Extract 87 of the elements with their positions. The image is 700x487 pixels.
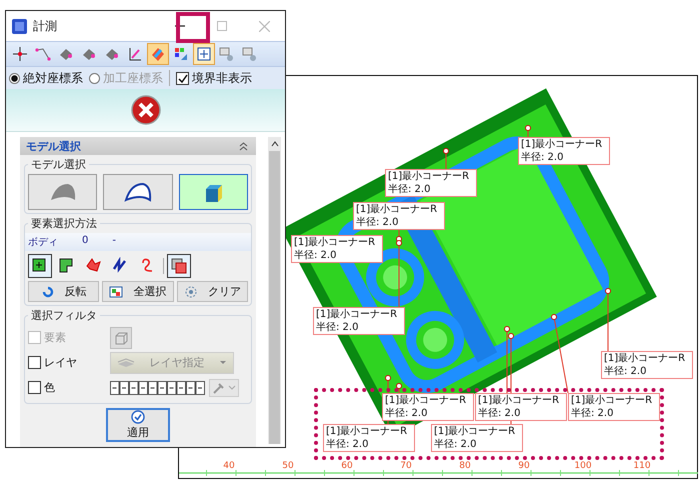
eyedropper-icon xyxy=(211,380,237,394)
callout-value: 半径: 2.0 xyxy=(604,365,648,378)
cancel-button[interactable] xyxy=(130,95,160,125)
measure-point xyxy=(551,314,557,320)
checkmark-icon xyxy=(177,72,188,84)
callout-title: [1]最小コーナーR xyxy=(521,138,604,151)
line-icon xyxy=(35,46,51,62)
x-circle-icon xyxy=(130,95,160,125)
outline-model-button[interactable] xyxy=(103,174,173,210)
callout-title: [1]最小コーナーR xyxy=(478,394,560,407)
callout-title: [1]最小コーナーR xyxy=(434,425,516,438)
app-logo-icon xyxy=(12,18,27,34)
callout-title: [1]最小コーナーR xyxy=(385,394,468,407)
group-title: 選択フィルタ xyxy=(30,308,98,323)
window-title: 計測 xyxy=(33,18,57,34)
face-icon xyxy=(58,46,74,62)
callout-title: [1]最小コーナーR xyxy=(316,308,398,321)
solid-model-button[interactable] xyxy=(178,174,248,210)
grid-icon xyxy=(173,46,189,62)
color-swatch-strip[interactable] xyxy=(110,380,206,394)
measure-point xyxy=(605,288,611,294)
callout-title: [1]最小コーナーR xyxy=(571,394,654,407)
callout-title: [1]最小コーナーR xyxy=(356,203,438,216)
callout-title: [1]最小コーナーR xyxy=(604,352,686,365)
coordinate-radio[interactable]: 絶対座標系 xyxy=(9,70,83,86)
collapse-icon[interactable] xyxy=(239,142,248,150)
callout-value: 半径: 2.0 xyxy=(316,321,360,334)
callout-value: 半径: 2.0 xyxy=(478,407,522,420)
ruler-label: 80 xyxy=(458,461,472,471)
group-title: モデル選択 xyxy=(30,157,87,172)
dropdown-caret-icon xyxy=(219,360,227,365)
ruler-label: 40 xyxy=(222,461,236,471)
add-select-button[interactable] xyxy=(28,254,52,278)
diamond-icon xyxy=(150,46,166,62)
invert-button[interactable]: 反転 xyxy=(28,281,100,302)
color-picker-dropdown[interactable] xyxy=(209,378,239,396)
ruler-label: 100 xyxy=(573,461,593,471)
callout-title: [1]最小コーナーR xyxy=(294,236,376,249)
select-all-button[interactable]: 全選択 xyxy=(102,281,174,302)
overlap-squares-icon xyxy=(170,257,188,275)
outline-surface-icon xyxy=(122,180,153,204)
layers-icon xyxy=(117,358,135,368)
callout-value: 半径: 2.0 xyxy=(571,407,614,420)
picture-icon xyxy=(109,284,124,298)
callout-title: [1]最小コーナーR xyxy=(388,170,470,183)
overlap-select-button[interactable] xyxy=(167,254,191,278)
filter-checkbox[interactable]: レイヤ xyxy=(28,355,104,370)
filter-checkbox[interactable]: 色 xyxy=(28,380,104,395)
panel-title: モデル選択 xyxy=(26,138,81,154)
callout-value: 半径: 2.0 xyxy=(385,407,428,420)
clear-button[interactable]: クリア xyxy=(176,281,248,302)
axis-icon xyxy=(127,46,143,62)
measure-point xyxy=(396,383,402,389)
callout-value: 半径: 2.0 xyxy=(294,249,338,262)
scroll-up-icon[interactable] xyxy=(270,141,278,147)
info-text: ボディ xyxy=(28,236,58,249)
scrollbar[interactable] xyxy=(268,137,281,444)
callout-value: 半径: 2.0 xyxy=(326,438,370,451)
info-text: - xyxy=(112,235,116,248)
window-icon xyxy=(242,46,258,62)
maximize-icon xyxy=(217,21,227,31)
ruler-label: 110 xyxy=(632,461,652,471)
surface-model-button[interactable] xyxy=(28,174,98,210)
crosshair-icon xyxy=(12,46,28,62)
measure-point xyxy=(443,148,449,154)
hide-boundary-checkbox[interactable]: 境界非表示 xyxy=(176,70,252,86)
cube-outline-icon xyxy=(114,330,128,344)
window-icon xyxy=(219,46,235,62)
frame-tool-button[interactable] xyxy=(193,43,215,65)
ruler-label: 50 xyxy=(281,461,295,471)
info-text: 0 xyxy=(82,235,88,248)
ruler-label: 60 xyxy=(340,461,354,471)
callout-value: 半径: 2.0 xyxy=(434,438,478,451)
callout-value: 半径: 2.0 xyxy=(521,151,564,164)
callout-title: [1]最小コーナーR xyxy=(326,425,408,438)
callout-value: 半径: 2.0 xyxy=(388,183,432,196)
ruler-label: 90 xyxy=(517,461,531,471)
ruler-label: 70 xyxy=(399,461,413,471)
frame-icon xyxy=(196,46,212,62)
dotted-circle-icon xyxy=(184,284,198,298)
apply-button[interactable]: 適用 xyxy=(106,408,170,442)
close-icon xyxy=(258,20,270,32)
measure-point xyxy=(525,125,531,131)
callout-value: 半径: 2.0 xyxy=(356,216,400,229)
check-circle-icon xyxy=(131,410,145,424)
group-title: 要素選択方法 xyxy=(30,216,98,231)
measure-point xyxy=(385,375,391,381)
